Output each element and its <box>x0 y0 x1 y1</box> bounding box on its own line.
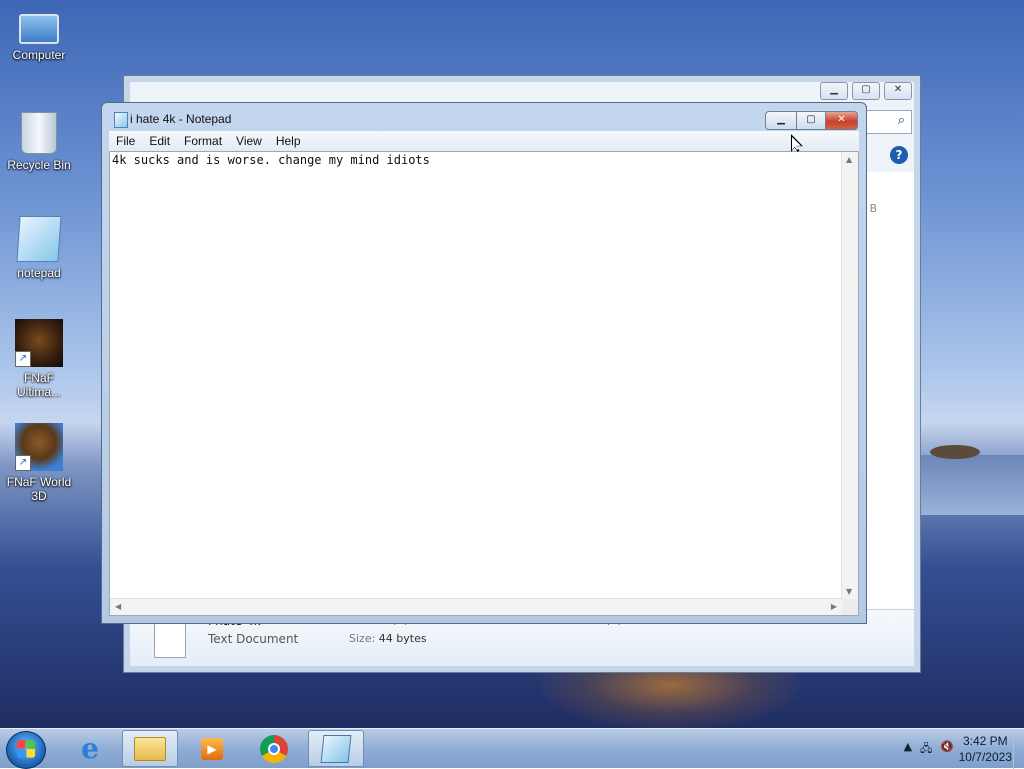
shortcut-arrow-icon: ↗ <box>15 351 31 367</box>
close-button[interactable]: ✕ <box>826 111 858 130</box>
computer-icon <box>19 14 59 44</box>
maximize-button[interactable]: ▢ <box>797 111 826 130</box>
notepad-window-controls: ▁ ▢ ✕ <box>765 111 858 130</box>
show-desktop-button[interactable] <box>1013 729 1024 769</box>
taskbar: e ▶ ▲ 🖧 🔇 3:42 PM 10/7/2023 <box>0 728 1024 769</box>
menu-help[interactable]: Help <box>269 134 308 148</box>
taskbar-chrome[interactable] <box>246 730 302 767</box>
text-editor[interactable]: 4k sucks and is worse. change my mind id… <box>109 151 859 616</box>
taskbar-file-explorer[interactable] <box>122 730 178 767</box>
size-column-fragment: B <box>869 202 877 215</box>
details-file-type: Text Document <box>208 632 299 646</box>
show-hidden-icons-icon[interactable]: ▲ <box>904 740 912 759</box>
network-icon[interactable]: 🖧 <box>920 740 932 759</box>
system-tray: ▲ 🖧 🔇 <box>904 740 954 759</box>
chrome-icon <box>260 734 288 763</box>
internet-explorer-icon: e <box>81 732 99 765</box>
menu-edit[interactable]: Edit <box>142 134 177 148</box>
desktop-icon-recycle-bin[interactable]: Recycle Bin <box>0 112 78 172</box>
scroll-left-icon[interactable]: ◀ <box>115 602 121 611</box>
menu-format[interactable]: Format <box>177 134 229 148</box>
menu-bar: File Edit Format View Help <box>109 131 859 151</box>
fnaf-world-icon: ↗ <box>15 423 63 471</box>
desktop-icon-fnaf-world[interactable]: ↗ FNaF World 3D <box>0 423 78 503</box>
notepad-window[interactable]: i hate 4k - Notepad ▁ ▢ ✕ File Edit Form… <box>101 102 867 624</box>
clock-time: 3:42 PM <box>962 734 1008 748</box>
start-button[interactable] <box>6 731 46 769</box>
search-box[interactable]: ⌕ <box>860 110 912 134</box>
scroll-right-icon[interactable]: ▶ <box>831 602 837 611</box>
rocks-landscape <box>930 445 980 459</box>
desktop-icon-label: Recycle Bin <box>7 158 71 172</box>
desktop-icon-label: FNaF World 3D <box>6 475 72 503</box>
notepad-icon <box>16 216 62 262</box>
clock[interactable]: 3:42 PM 10/7/2023 <box>959 733 1012 765</box>
scroll-up-icon[interactable]: ▲ <box>846 155 852 164</box>
minimize-button[interactable]: ▁ <box>820 82 848 100</box>
desktop-icon-label: FNaF Ultima... <box>16 371 61 399</box>
horizontal-scrollbar[interactable]: ◀ ▶ <box>110 598 842 615</box>
media-player-icon: ▶ <box>201 737 223 760</box>
vertical-scrollbar[interactable]: ▲ ▼ <box>841 152 858 599</box>
desktop-icon-notepad[interactable]: notepad <box>0 216 78 280</box>
desktop-icon-label: notepad <box>17 266 61 280</box>
minimize-button[interactable]: ▁ <box>765 111 797 130</box>
size-label: Size: <box>349 632 376 645</box>
taskbar-internet-explorer[interactable]: e <box>62 730 118 767</box>
help-icon[interactable]: ? <box>890 146 908 164</box>
clock-date: 10/7/2023 <box>958 750 1012 764</box>
shortcut-arrow-icon: ↗ <box>15 455 31 471</box>
desktop-icon-fnaf-ultimate[interactable]: ↗ FNaF Ultima... <box>0 319 78 399</box>
recycle-bin-icon <box>21 112 57 154</box>
explorer-window-controls: ▁ ▢ ✕ <box>820 82 912 100</box>
taskbar-notepad[interactable] <box>308 730 364 767</box>
size-value: 44 bytes <box>378 632 427 645</box>
volume-muted-icon[interactable]: 🔇 <box>940 740 954 759</box>
menu-view[interactable]: View <box>229 134 269 148</box>
close-button[interactable]: ✕ <box>884 82 912 100</box>
notepad-icon <box>320 734 352 763</box>
fnaf-ultimate-icon: ↗ <box>15 319 63 367</box>
taskbar-media-player[interactable]: ▶ <box>184 730 240 767</box>
scroll-down-icon[interactable]: ▼ <box>846 587 852 596</box>
file-explorer-icon <box>134 736 166 761</box>
window-title: i hate 4k - Notepad <box>130 112 232 126</box>
notepad-icon <box>114 112 128 128</box>
windows-logo-icon <box>17 740 35 758</box>
menu-file[interactable]: File <box>109 134 142 148</box>
details-size: Size: 44 bytes <box>349 632 427 645</box>
desktop-icon-label: Computer <box>12 48 66 62</box>
maximize-button[interactable]: ▢ <box>852 82 880 100</box>
shore-landscape <box>920 455 1024 515</box>
search-icon: ⌕ <box>897 113 905 128</box>
document-text[interactable]: 4k sucks and is worse. change my mind id… <box>112 153 430 167</box>
text-file-icon <box>154 620 186 658</box>
resize-grip[interactable] <box>842 599 858 615</box>
desktop-icon-computer[interactable]: Computer <box>0 8 78 62</box>
